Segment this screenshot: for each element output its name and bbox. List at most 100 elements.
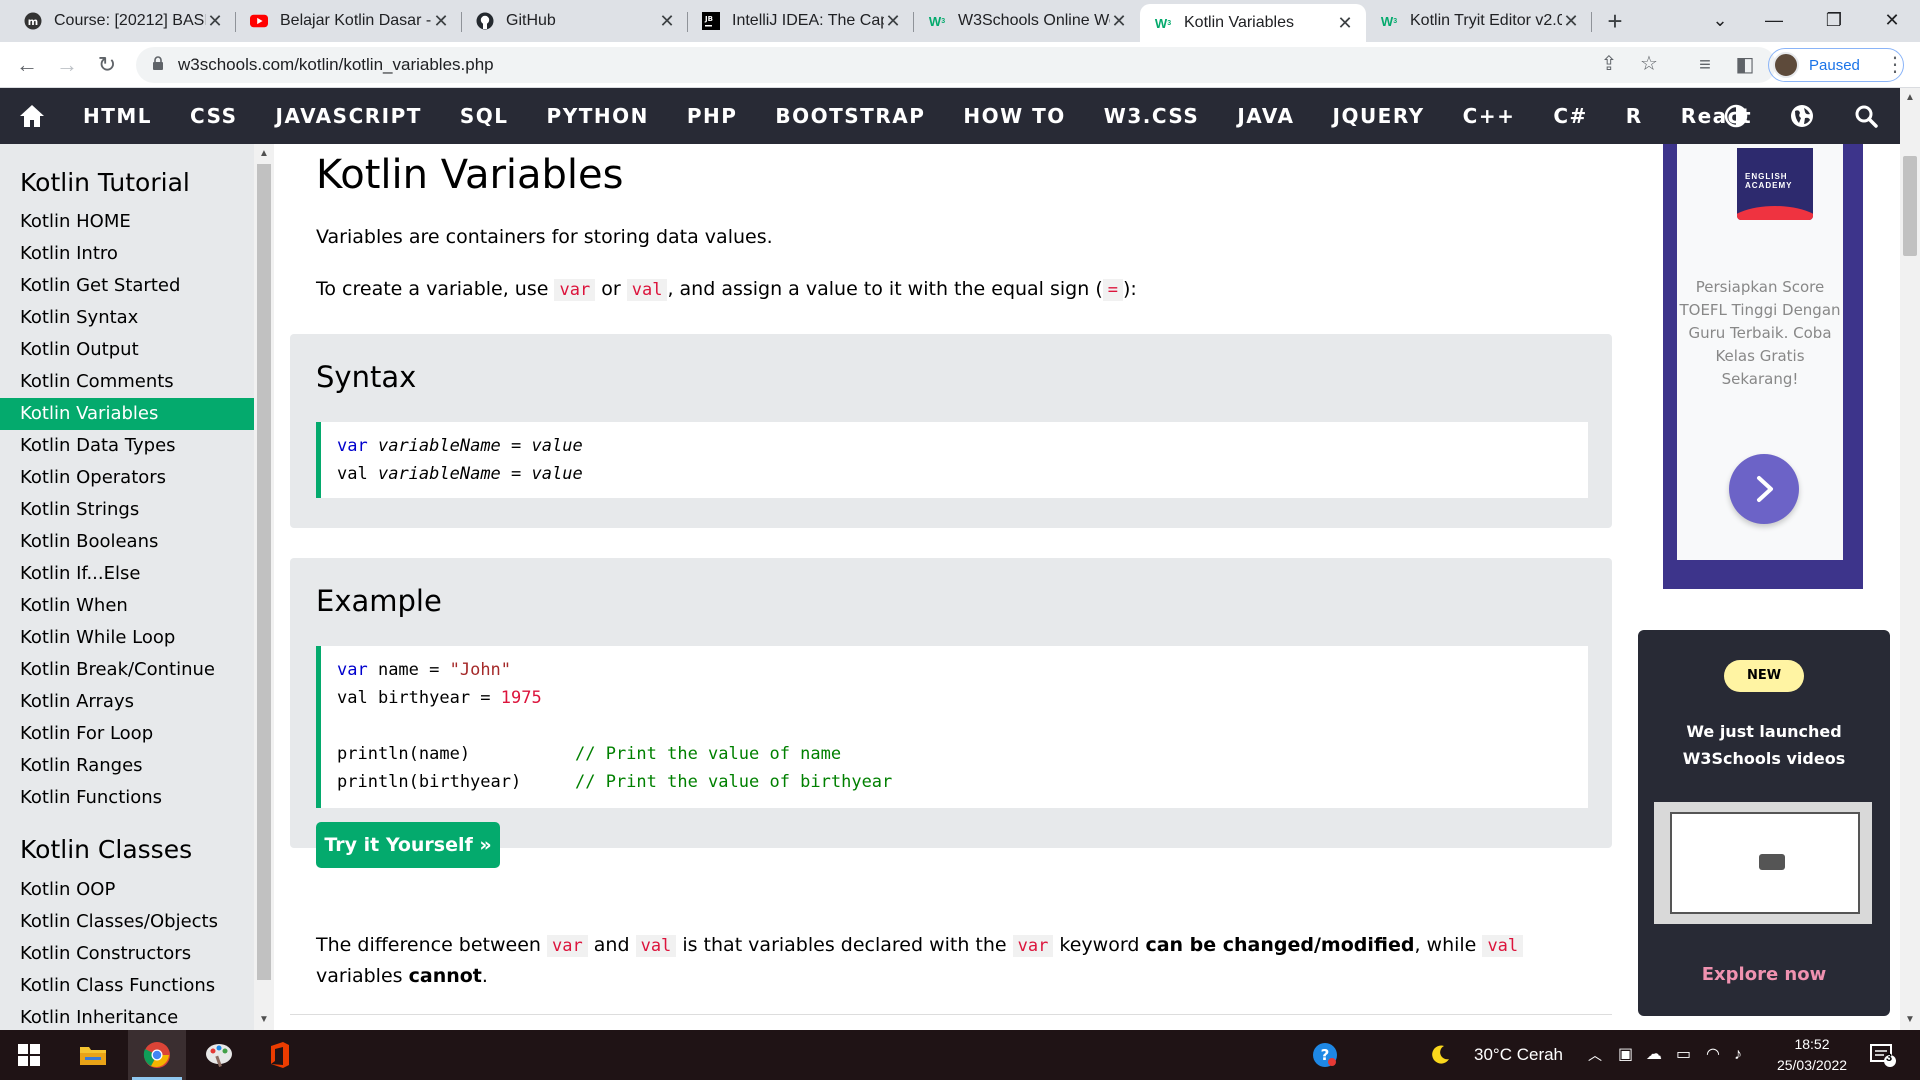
file-explorer-icon[interactable] — [64, 1030, 122, 1080]
sidebar-item[interactable]: Kotlin OOP — [0, 874, 254, 906]
side-panel-icon[interactable]: ◧ — [1730, 50, 1760, 80]
browser-tab[interactable]: JB IntelliJ IDEA: The Capa ✕ — [688, 4, 914, 38]
scrollbar-thumb[interactable] — [1903, 156, 1917, 256]
reading-list-icon[interactable]: ≡ — [1690, 50, 1720, 80]
explore-now-link[interactable]: Explore now — [1638, 964, 1890, 985]
sidebar-item-active[interactable]: Kotlin Variables — [0, 398, 254, 430]
sidebar-item[interactable]: Kotlin Class Functions — [0, 970, 254, 1002]
sidebar-item[interactable]: Kotlin Break/Continue — [0, 654, 254, 686]
close-tab-icon[interactable]: ✕ — [1336, 13, 1354, 34]
sidebar-item[interactable]: Kotlin When — [0, 590, 254, 622]
english-academy-ad[interactable]: ENGLISH ACADEMY Persiapkan Score TOEFL T… — [1663, 144, 1863, 589]
browser-tab[interactable]: Belajar Kotlin Dasar - ✕ — [236, 4, 462, 38]
close-window-button[interactable]: ✕ — [1862, 0, 1920, 40]
sidebar-item[interactable]: Kotlin Operators — [0, 462, 254, 494]
cloud-icon[interactable]: ☁ — [1646, 1030, 1662, 1080]
scroll-up-icon[interactable]: ▲ — [254, 148, 274, 159]
sidebar-item[interactable]: Kotlin Get Started — [0, 270, 254, 302]
reload-button[interactable]: ↻ — [92, 50, 122, 80]
nav-link[interactable]: C# — [1534, 88, 1606, 144]
windows-start-icon[interactable] — [0, 1030, 58, 1080]
nav-link[interactable]: JAVA — [1218, 88, 1313, 144]
search-icon[interactable] — [1838, 88, 1894, 144]
device-icon[interactable]: ▣ — [1618, 1030, 1633, 1080]
browser-tab[interactable]: m Course: [20212] BASIS ✕ — [10, 4, 236, 38]
home-icon[interactable] — [0, 88, 64, 144]
sidebar-item[interactable]: Kotlin Arrays — [0, 686, 254, 718]
browser-tab[interactable]: W3 Kotlin Tryit Editor v2.0 ✕ — [1366, 4, 1592, 38]
scroll-up-icon[interactable]: ▲ — [1900, 92, 1920, 103]
chrome-icon[interactable] — [128, 1030, 186, 1080]
nav-link[interactable]: PYTHON — [528, 88, 668, 144]
minimize-button[interactable]: — — [1744, 0, 1804, 40]
nav-link[interactable]: HOW TO — [944, 88, 1084, 144]
sidebar-item[interactable]: Kotlin Intro — [0, 238, 254, 270]
sidebar-item[interactable]: Kotlin For Loop — [0, 718, 254, 750]
nav-link[interactable]: HTML — [64, 88, 171, 144]
scrollbar-thumb[interactable] — [257, 164, 271, 980]
sidebar-item[interactable]: Kotlin Comments — [0, 366, 254, 398]
close-tab-icon[interactable]: ✕ — [884, 11, 902, 32]
sidebar-item[interactable]: Kotlin Constructors — [0, 938, 254, 970]
nav-link[interactable]: R — [1607, 88, 1662, 144]
bookmark-star-icon[interactable]: ☆ — [1634, 49, 1664, 79]
nav-link[interactable]: SQL — [441, 88, 528, 144]
address-bar[interactable]: w3schools.com/kotlin/kotlin_variables.ph… — [136, 47, 1776, 83]
tab-search-icon[interactable]: ⌄ — [1690, 0, 1750, 40]
sidebar-item[interactable]: Kotlin Classes/Objects — [0, 906, 254, 938]
close-tab-icon[interactable]: ✕ — [206, 11, 224, 32]
browser-tab-active[interactable]: W3 Kotlin Variables ✕ — [1140, 4, 1366, 42]
clock[interactable]: 18:52 25/03/2022 — [1762, 1034, 1862, 1076]
video-thumbnail[interactable] — [1654, 802, 1872, 924]
wifi-icon[interactable]: ◠ — [1706, 1030, 1720, 1080]
browser-tab[interactable]: GitHub ✕ — [462, 4, 688, 38]
notification-count: 3 — [1886, 1052, 1893, 1064]
sidebar-item[interactable]: Kotlin Syntax — [0, 302, 254, 334]
sidebar-item[interactable]: Kotlin Output — [0, 334, 254, 366]
office-icon[interactable] — [250, 1030, 308, 1080]
sidebar-scrollbar[interactable]: ▲ ▼ — [254, 144, 274, 1030]
sidebar-item[interactable]: Kotlin HOME — [0, 206, 254, 238]
sidebar-item[interactable]: Kotlin Inheritance — [0, 1002, 254, 1030]
weather-text[interactable]: 30°C Cerah — [1474, 1030, 1563, 1080]
close-tab-icon[interactable]: ✕ — [1562, 11, 1580, 32]
sidebar-item[interactable]: Kotlin Functions — [0, 782, 254, 814]
sidebar-item[interactable]: Kotlin While Loop — [0, 622, 254, 654]
globe-icon[interactable] — [1774, 88, 1830, 144]
nav-link[interactable]: C++ — [1444, 88, 1535, 144]
try-it-yourself-button[interactable]: Try it Yourself » — [316, 822, 500, 868]
dark-mode-toggle-icon[interactable] — [1708, 88, 1764, 144]
close-tab-icon[interactable]: ✕ — [432, 11, 450, 32]
new-tab-button[interactable]: + — [1598, 4, 1632, 38]
close-tab-icon[interactable]: ✕ — [1110, 11, 1128, 32]
w3schools-videos-ad[interactable]: NEW We just launched W3Schools videos Ex… — [1638, 630, 1890, 1016]
scroll-down-icon[interactable]: ▼ — [1900, 1014, 1920, 1025]
close-tab-icon[interactable]: ✕ — [658, 11, 676, 32]
browser-menu-icon[interactable]: ⋮ — [1880, 50, 1910, 80]
paint-icon[interactable] — [190, 1030, 248, 1080]
forward-button[interactable]: → — [52, 50, 82, 80]
sidebar-item[interactable]: Kotlin If...Else — [0, 558, 254, 590]
share-icon[interactable]: ⇪ — [1594, 49, 1624, 79]
chevron-up-icon[interactable]: ︿ — [1588, 1030, 1602, 1080]
help-icon[interactable]: ? — [1296, 1030, 1354, 1080]
back-button[interactable]: ← — [12, 50, 42, 80]
browser-tab[interactable]: W3 W3Schools Online We ✕ — [914, 4, 1140, 38]
nav-link[interactable]: BOOTSTRAP — [756, 88, 944, 144]
nav-link[interactable]: JQUERY — [1314, 88, 1444, 144]
notification-icon[interactable]: 3 — [1858, 1030, 1908, 1080]
nav-link[interactable]: JAVASCRIPT — [257, 88, 441, 144]
volume-icon[interactable]: ♪ — [1734, 1030, 1742, 1080]
sidebar-item[interactable]: Kotlin Strings — [0, 494, 254, 526]
battery-icon[interactable]: ▭ — [1676, 1030, 1691, 1080]
ad-arrow-button[interactable] — [1729, 454, 1799, 524]
nav-link[interactable]: CSS — [171, 88, 256, 144]
page-scrollbar[interactable]: ▲ ▼ — [1900, 88, 1920, 1030]
sidebar-item[interactable]: Kotlin Data Types — [0, 430, 254, 462]
nav-link[interactable]: W3.CSS — [1085, 88, 1219, 144]
sidebar-item[interactable]: Kotlin Ranges — [0, 750, 254, 782]
nav-link[interactable]: PHP — [668, 88, 757, 144]
sidebar-item[interactable]: Kotlin Booleans — [0, 526, 254, 558]
scroll-down-icon[interactable]: ▼ — [254, 1014, 274, 1025]
maximize-button[interactable]: ❐ — [1804, 0, 1864, 40]
